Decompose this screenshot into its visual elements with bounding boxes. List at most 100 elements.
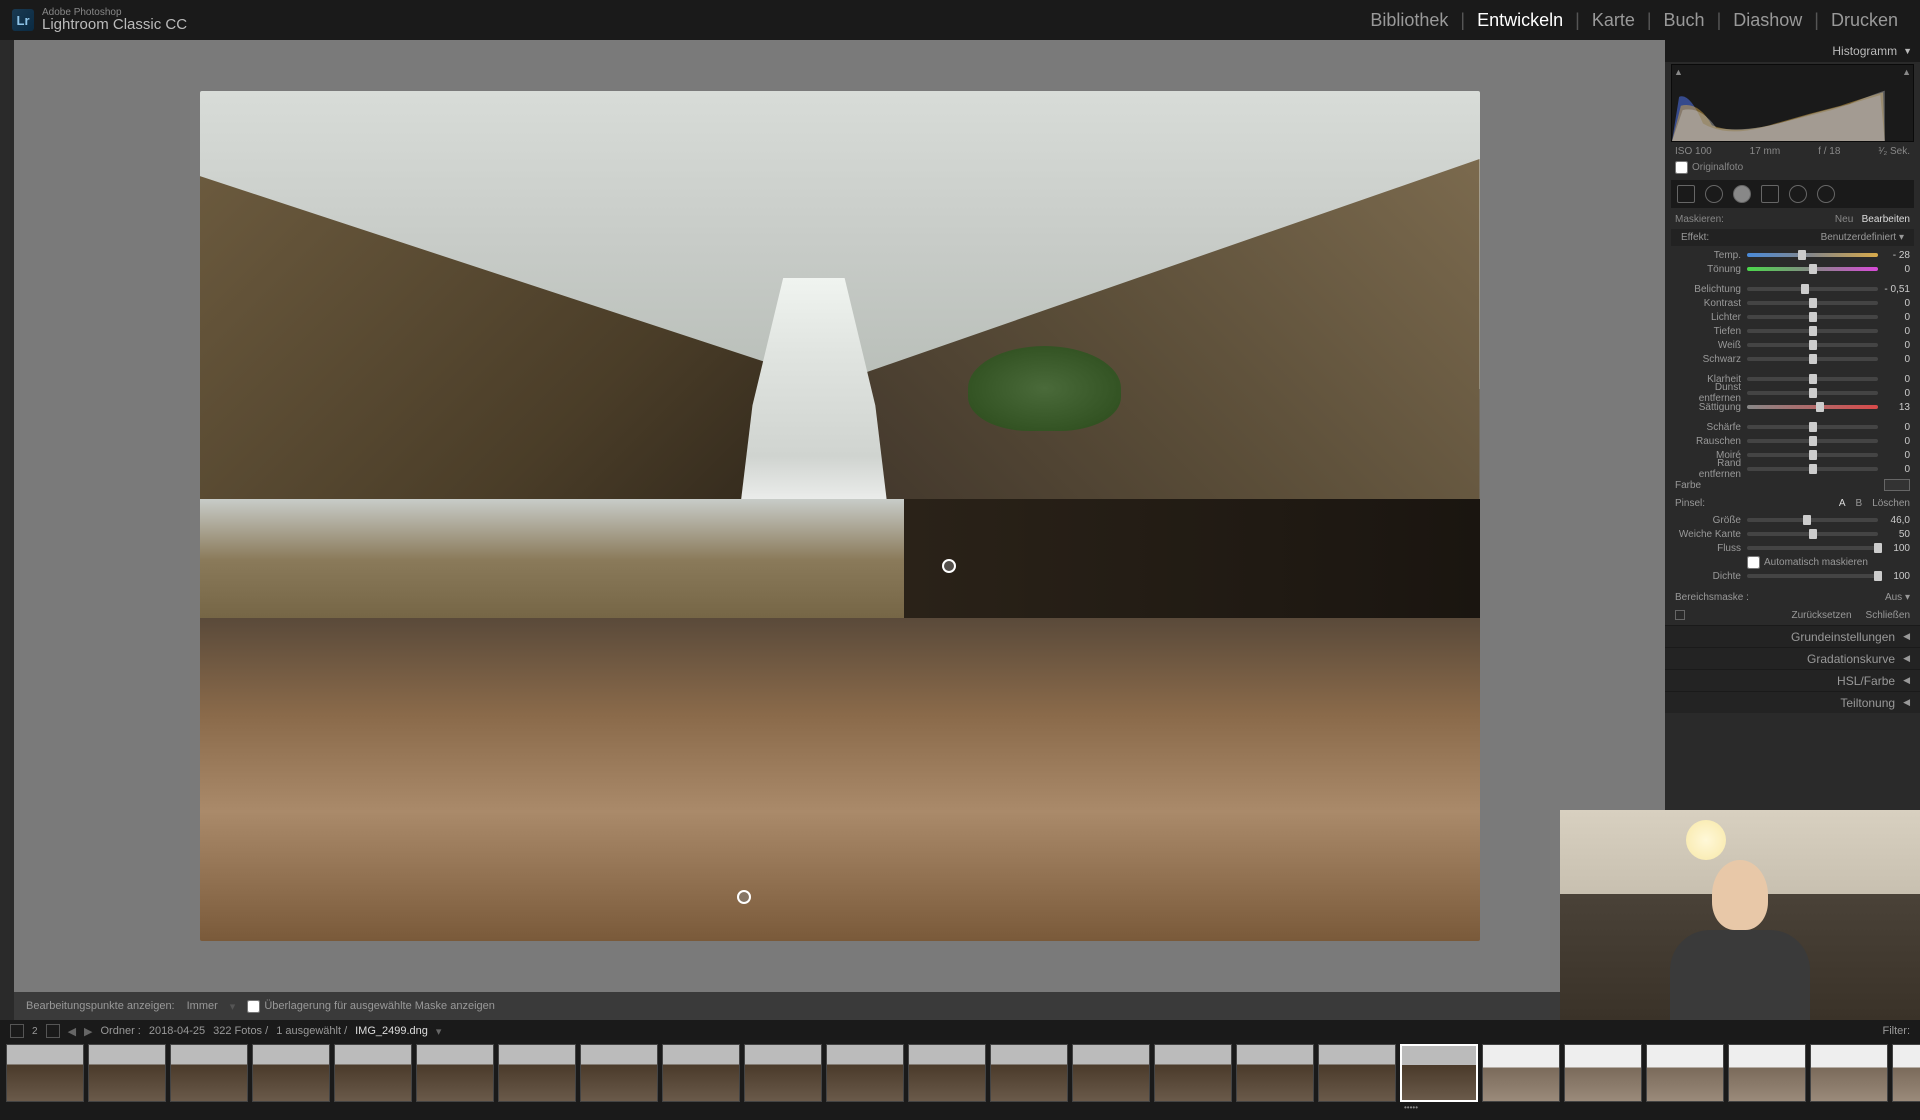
main-image[interactable] (200, 91, 1480, 941)
slider-value-Rand entfernen[interactable]: 0 (1878, 464, 1910, 475)
thumbnail[interactable] (1482, 1044, 1560, 1102)
mask-new[interactable]: Neu (1835, 214, 1853, 225)
slider-Klarheit[interactable] (1747, 377, 1878, 381)
module-develop[interactable]: Entwickeln (1467, 6, 1573, 35)
slider-Größe[interactable] (1747, 518, 1878, 522)
slider-Dunst entfernen[interactable] (1747, 391, 1878, 395)
slider-Sättigung[interactable] (1747, 405, 1878, 409)
spot-tool-icon[interactable] (1705, 185, 1723, 203)
slider-value-Sättigung[interactable]: 13 (1878, 402, 1910, 413)
module-library[interactable]: Bibliothek (1360, 6, 1458, 35)
close-button[interactable]: Schließen (1866, 610, 1910, 621)
overlay-toggle[interactable]: Überlagerung für ausgewählte Maske anzei… (247, 1000, 495, 1013)
thumbnail[interactable] (744, 1044, 822, 1102)
thumbnail[interactable] (6, 1044, 84, 1102)
grid-view-icon[interactable] (46, 1024, 60, 1038)
original-photo-toggle[interactable] (1675, 161, 1688, 174)
second-window-icon[interactable] (10, 1024, 24, 1038)
folder-date[interactable]: 2018-04-25 (149, 1025, 205, 1037)
filename[interactable]: IMG_2499.dng (355, 1025, 428, 1037)
slider-Weiche Kante[interactable] (1747, 532, 1878, 536)
radial-filter-icon[interactable] (1789, 185, 1807, 203)
slider-value-Dunst entfernen[interactable]: 0 (1878, 388, 1910, 399)
basic-panel[interactable]: Grundeinstellungen◀ (1665, 625, 1920, 647)
thumbnail[interactable] (1154, 1044, 1232, 1102)
filter-label[interactable]: Filter: (1883, 1025, 1911, 1037)
slider-value-Tiefen[interactable]: 0 (1878, 326, 1910, 337)
slider-Dichte[interactable] (1747, 574, 1878, 578)
thumbnail[interactable] (1564, 1044, 1642, 1102)
thumbnail[interactable] (1728, 1044, 1806, 1102)
tone-curve-panel[interactable]: Gradationskurve◀ (1665, 647, 1920, 669)
brush-tab-b[interactable]: B (1856, 498, 1863, 509)
slider-Rauschen[interactable] (1747, 439, 1878, 443)
thumbnail[interactable] (88, 1044, 166, 1102)
histogram-panel-header[interactable]: Histogramm▼ (1665, 40, 1920, 62)
thumbnail[interactable] (416, 1044, 494, 1102)
nav-forward-icon[interactable]: ▶ (84, 1025, 92, 1038)
reset-button[interactable]: Zurücksetzen (1792, 610, 1852, 621)
thumbnail[interactable] (170, 1044, 248, 1102)
edit-points-dropdown[interactable]: Immer (187, 1000, 218, 1012)
automask-toggle[interactable]: Automatisch maskieren (1747, 556, 1868, 569)
slider-value-Moiré[interactable]: 0 (1878, 450, 1910, 461)
adjustment-pin-1[interactable] (942, 559, 956, 573)
slider-value-Tönung[interactable]: 0 (1878, 264, 1910, 275)
thumbnail[interactable]: ••••• (1400, 1044, 1478, 1102)
module-slideshow[interactable]: Diashow (1723, 6, 1812, 35)
slider-value-Temp.[interactable]: - 28 (1878, 250, 1910, 261)
range-mask-dropdown[interactable]: Aus ▾ (1885, 592, 1910, 603)
color-swatch[interactable] (1884, 479, 1910, 491)
thumbnail[interactable] (498, 1044, 576, 1102)
slider-Temp.[interactable] (1747, 253, 1878, 257)
slider-Rand entfernen[interactable] (1747, 467, 1878, 471)
thumbnail[interactable] (908, 1044, 986, 1102)
slider-value-Weiche Kante[interactable]: 50 (1878, 529, 1910, 540)
thumbnail[interactable] (1892, 1044, 1920, 1102)
thumbnail[interactable] (252, 1044, 330, 1102)
histogram[interactable]: ▲▲ (1671, 64, 1914, 142)
thumbnail[interactable] (580, 1044, 658, 1102)
slider-Kontrast[interactable] (1747, 301, 1878, 305)
slider-value-Schwarz[interactable]: 0 (1878, 354, 1910, 365)
slider-value-Größe[interactable]: 46,0 (1878, 515, 1910, 526)
crop-tool-icon[interactable] (1677, 185, 1695, 203)
slider-Weiß[interactable] (1747, 343, 1878, 347)
slider-Tönung[interactable] (1747, 267, 1878, 271)
slider-value-Klarheit[interactable]: 0 (1878, 374, 1910, 385)
thumbnail[interactable] (1072, 1044, 1150, 1102)
slider-value-Belichtung[interactable]: - 0,51 (1878, 284, 1910, 295)
graduated-filter-icon[interactable] (1761, 185, 1779, 203)
brush-tool-icon[interactable] (1817, 185, 1835, 203)
slider-Lichter[interactable] (1747, 315, 1878, 319)
slider-Belichtung[interactable] (1747, 287, 1878, 291)
effect-dropdown[interactable]: Benutzerdefiniert ▾ (1821, 232, 1904, 243)
module-book[interactable]: Buch (1654, 6, 1715, 35)
split-toning-panel[interactable]: Teiltonung◀ (1665, 691, 1920, 713)
image-viewport[interactable] (14, 40, 1665, 992)
thumbnail[interactable] (662, 1044, 740, 1102)
slider-Fluss[interactable] (1747, 546, 1878, 550)
slider-value-Schärfe[interactable]: 0 (1878, 422, 1910, 433)
module-print[interactable]: Drucken (1821, 6, 1908, 35)
slider-value-Lichter[interactable]: 0 (1878, 312, 1910, 323)
slider-Moiré[interactable] (1747, 453, 1878, 457)
toggle-panel-switch[interactable] (1675, 610, 1685, 620)
slider-value-Fluss[interactable]: 100 (1878, 543, 1910, 554)
hsl-panel[interactable]: HSL/Farbe◀ (1665, 669, 1920, 691)
slider-value-Rauschen[interactable]: 0 (1878, 436, 1910, 447)
thumbnail[interactable] (990, 1044, 1068, 1102)
left-panel-collapsed[interactable] (0, 40, 14, 1020)
brush-tab-a[interactable]: A (1839, 498, 1846, 509)
slider-value-Dichte[interactable]: 100 (1878, 571, 1910, 582)
nav-back-icon[interactable]: ◀ (68, 1025, 76, 1038)
slider-Tiefen[interactable] (1747, 329, 1878, 333)
slider-Schärfe[interactable] (1747, 425, 1878, 429)
module-map[interactable]: Karte (1582, 6, 1645, 35)
mask-edit[interactable]: Bearbeiten (1862, 214, 1910, 225)
redeye-tool-icon[interactable] (1733, 185, 1751, 203)
slider-Schwarz[interactable] (1747, 357, 1878, 361)
brush-erase[interactable]: Löschen (1872, 498, 1910, 509)
thumbnail[interactable] (1236, 1044, 1314, 1102)
thumbnail[interactable] (1646, 1044, 1724, 1102)
